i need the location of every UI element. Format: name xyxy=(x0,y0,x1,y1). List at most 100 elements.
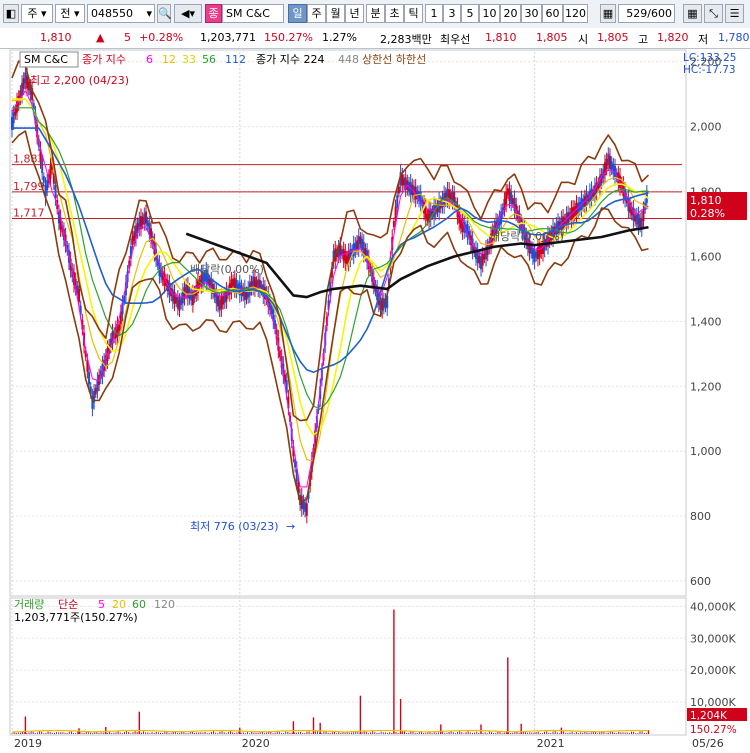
hc-value: HC:-17.73 xyxy=(683,64,736,76)
volume-tag-value: 1,204K xyxy=(690,710,728,722)
low-price: 1,780 xyxy=(718,31,750,44)
quote-bar: 1,810 ▲ 5 +0.28% 1,203,771 150.27% 1.27%… xyxy=(0,28,750,49)
interval-3-button[interactable]: 3 xyxy=(443,4,461,23)
min-arrow-icon: → xyxy=(286,520,295,533)
window-icon[interactable]: ◧ xyxy=(3,4,19,23)
price-tick-label: 2,000 xyxy=(690,121,722,134)
settings-icon[interactable]: ☰ xyxy=(725,4,744,23)
zoom-icon[interactable]: ⤡ xyxy=(704,4,723,23)
volume-ma-60: 60 xyxy=(132,598,146,611)
toolbar: ◧ 주 ▾ 전 ▾ 048550 ▾ 🔍 ◀▾ 종 SM C&C 일 주 월 년 … xyxy=(0,0,750,29)
candle-body xyxy=(305,503,308,516)
calendar-icon[interactable]: ▦ xyxy=(600,4,616,23)
candle-body xyxy=(392,221,395,227)
period-minute-button[interactable]: 분 xyxy=(366,4,385,23)
price-tick-label: 600 xyxy=(690,575,711,588)
limit-legend: 상한선 하한선 xyxy=(362,52,426,66)
candle-body xyxy=(394,206,397,219)
count-value: 529 xyxy=(626,7,648,20)
legend-name: SM C&C xyxy=(24,53,68,66)
chart-area[interactable]: 1,8831,7991,717 2,2002,0001,8001,6001,40… xyxy=(0,48,750,750)
sound-icon[interactable]: ◀▾ xyxy=(174,4,202,23)
prev-label: 전 xyxy=(60,7,71,20)
period-year-button[interactable]: 년 xyxy=(345,4,364,23)
code-value: 048550 xyxy=(91,7,133,20)
candle-body xyxy=(41,161,44,173)
low-label: 저 xyxy=(698,33,709,46)
volume-ma-20: 20 xyxy=(112,598,126,611)
period-week-button[interactable]: 주 xyxy=(307,4,326,23)
volume-ma-label: 단순 xyxy=(58,598,78,611)
ma-legend-12: 12 xyxy=(162,53,176,66)
period-kind-select[interactable]: 주 ▾ xyxy=(21,4,53,23)
up-arrow-icon: ▲ xyxy=(96,31,105,44)
period-month-button[interactable]: 월 xyxy=(326,4,345,23)
candle-body xyxy=(397,186,400,194)
volume-legend-label: 거래량 xyxy=(14,598,44,611)
period-kind-label: 주 xyxy=(27,7,38,20)
interval-60-button[interactable]: 60 xyxy=(542,4,563,23)
grid-icon[interactable]: ▦ xyxy=(683,4,702,23)
count-input[interactable]: 529/600 xyxy=(618,4,675,23)
volume-ratio: 150.27% xyxy=(264,31,313,44)
interval-5-button[interactable]: 5 xyxy=(461,4,479,23)
volume-ma-5: 5 xyxy=(98,598,105,611)
best-ask: 1,810 xyxy=(485,31,517,44)
period-second-button[interactable]: 초 xyxy=(385,4,404,23)
price-pane xyxy=(9,49,687,597)
interval-30-button[interactable]: 30 xyxy=(521,4,542,23)
stock-name: SM C&C xyxy=(222,4,284,23)
volume-current: 1,203,771주(150.27%) xyxy=(14,611,138,624)
price-tick-label: 800 xyxy=(690,510,711,523)
volume-tick-label: 10,000K xyxy=(690,696,736,709)
max-annotation: 최고 2,200 (04/23) xyxy=(30,74,129,87)
reference-line-label: 1,717 xyxy=(13,206,45,219)
count-total: /600 xyxy=(647,7,672,20)
high-label: 고 xyxy=(638,33,649,46)
high-price: 1,820 xyxy=(657,31,689,44)
current-price-tag-pct: 0.28% xyxy=(690,207,725,220)
best-bid: 1,805 xyxy=(536,31,568,44)
price-change: 5 xyxy=(124,31,131,44)
x-tick-label: 05/26 xyxy=(692,737,724,750)
price-tick-label: 1,200 xyxy=(690,380,722,393)
code-input[interactable]: 048550 ▾ xyxy=(87,4,155,23)
volume-tick-label: 20,000K xyxy=(690,664,736,677)
lc-value: LC:133.25 xyxy=(683,52,736,64)
interval-20-button[interactable]: 20 xyxy=(500,4,521,23)
search-icon[interactable]: 🔍 xyxy=(157,4,172,23)
volume-tag-pct: 150.27% xyxy=(690,724,737,736)
open-label: 시 xyxy=(578,33,589,46)
chevron-down-icon: ▾ xyxy=(146,7,152,20)
ma-legend-6: 6 xyxy=(146,53,153,66)
turnover-rate: 1.27% xyxy=(322,31,357,44)
x-tick-label: 2020 xyxy=(242,737,270,750)
volume-tick-label: 40,000K xyxy=(690,600,736,613)
candle-body xyxy=(54,185,57,199)
volume-tick-label: 30,000K xyxy=(690,632,736,645)
candle-body xyxy=(118,324,121,332)
current-price-tag-value: 1,810 xyxy=(690,194,722,207)
ma-legend-label: 종가 지수 xyxy=(82,53,126,66)
price-tick-label: 1,400 xyxy=(690,315,722,328)
open-price: 1,805 xyxy=(597,31,629,44)
ma-legend-33: 33 xyxy=(182,53,196,66)
x-tick-label: 2019 xyxy=(14,737,42,750)
interval-120-button[interactable]: 120 xyxy=(563,4,588,23)
interval-10-button[interactable]: 10 xyxy=(479,4,500,23)
volume-value: 1,203,771 xyxy=(200,31,256,44)
ma2-legend: 종가 지수 224 xyxy=(256,53,324,66)
period-tick-button[interactable]: 틱 xyxy=(404,4,423,23)
price-chart-svg[interactable]: 1,8831,7991,717 2,2002,0001,8001,6001,40… xyxy=(0,48,750,750)
candle-body xyxy=(88,371,91,385)
ma-legend-112: 112 xyxy=(225,53,246,66)
x-tick-label: 2021 xyxy=(537,737,565,750)
volume-ma-120: 120 xyxy=(154,598,175,611)
price-tick-label: 1,000 xyxy=(690,445,722,458)
price-tick-label: 1,600 xyxy=(690,250,722,263)
interval-1-button[interactable]: 1 xyxy=(425,4,443,23)
prev-select[interactable]: 전 ▾ xyxy=(55,4,85,23)
trade-amount: 2,283백만 xyxy=(380,33,432,46)
jong-button[interactable]: 종 xyxy=(205,4,222,23)
period-day-button[interactable]: 일 xyxy=(288,4,307,23)
